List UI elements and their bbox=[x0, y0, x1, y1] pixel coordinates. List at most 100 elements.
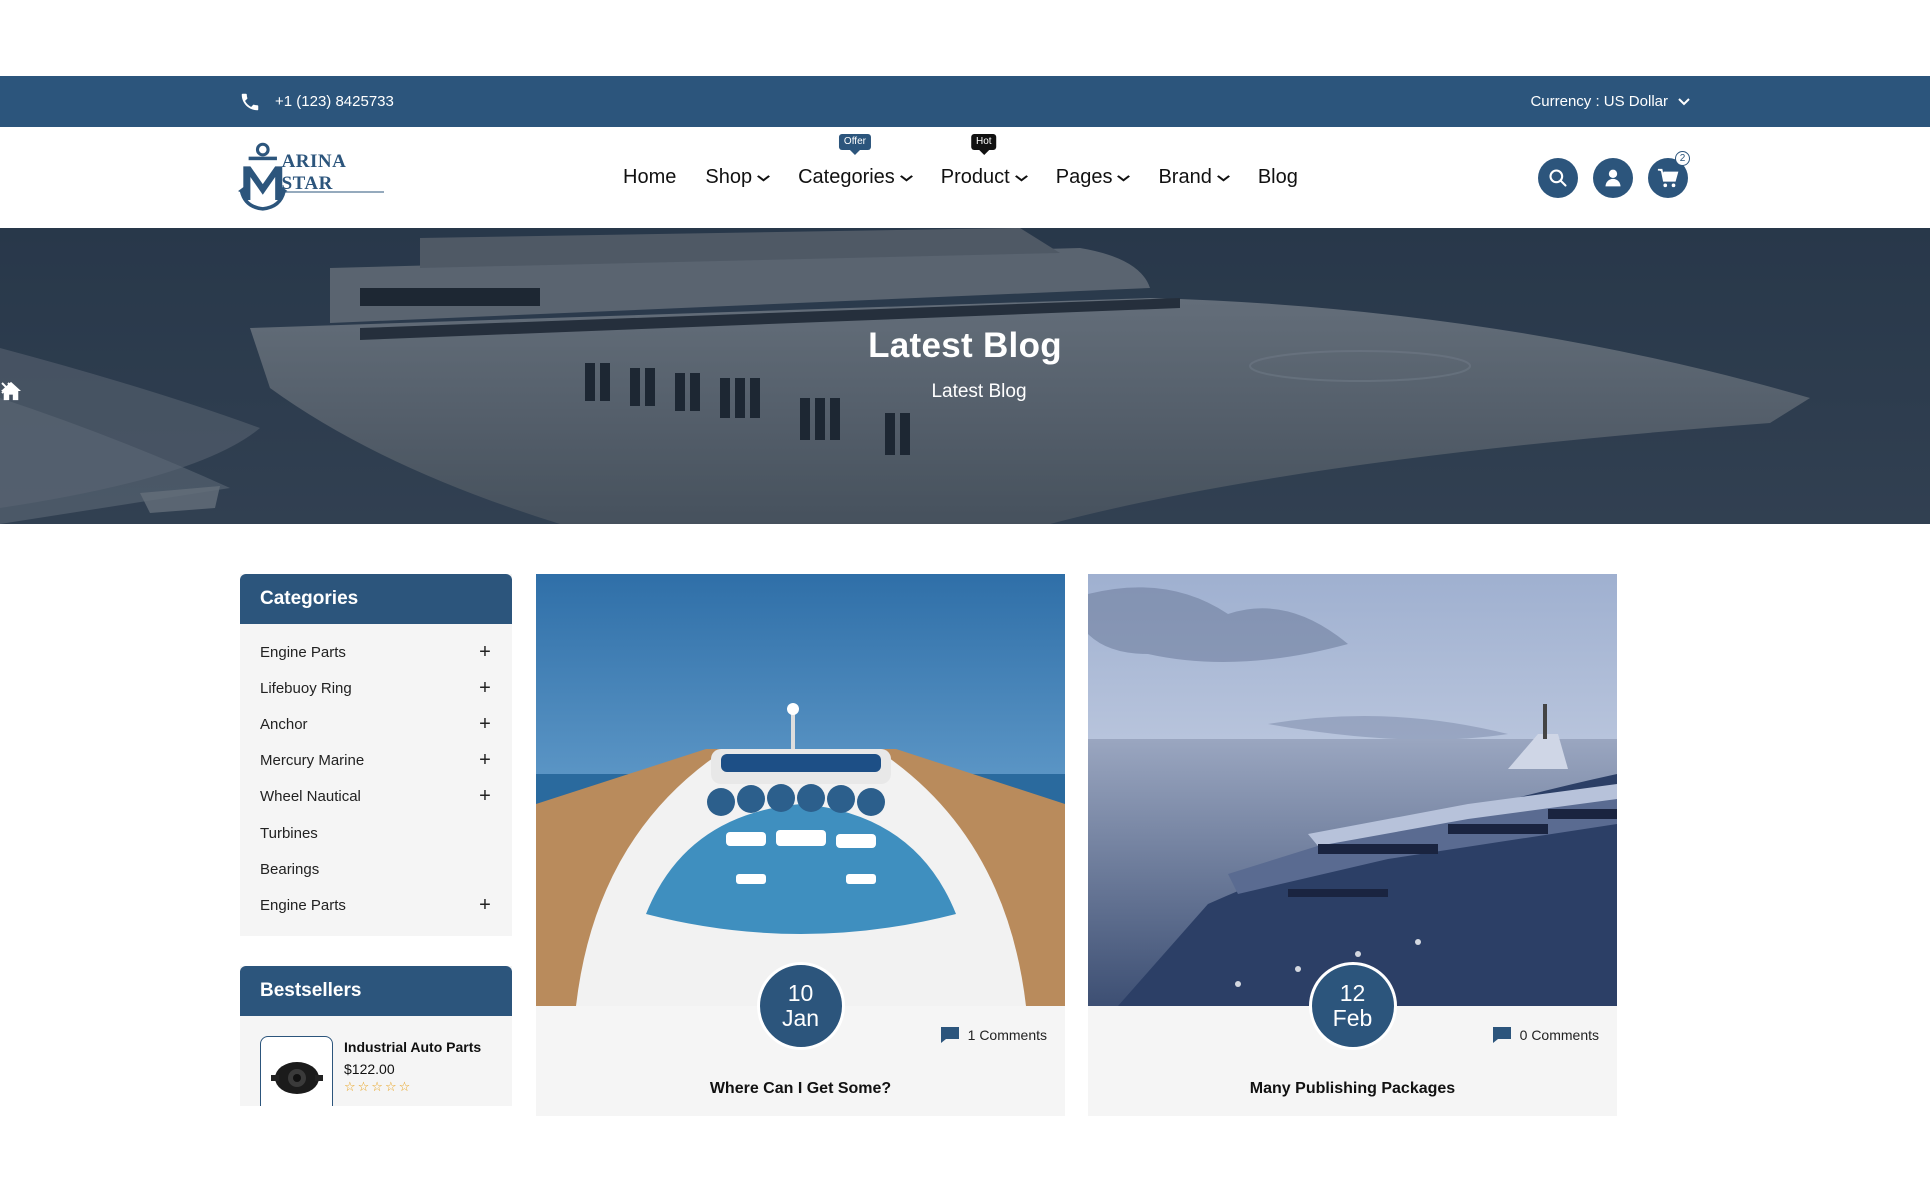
cart-icon bbox=[1657, 168, 1679, 188]
category-label: Lifebuoy Ring bbox=[260, 679, 352, 697]
top-bar: +1 (123) 8425733 Currency : US Dollar bbox=[0, 76, 1930, 127]
nav-categories[interactable]: Offer Categories bbox=[798, 134, 913, 189]
date-month: Feb bbox=[1332, 1005, 1373, 1031]
plus-icon[interactable]: + bbox=[478, 713, 492, 736]
category-label: Bearings bbox=[260, 860, 320, 878]
nav-label: Home bbox=[623, 166, 677, 188]
plus-icon[interactable]: + bbox=[478, 677, 492, 700]
category-label: Engine Parts bbox=[260, 643, 346, 661]
date-month: Jan bbox=[781, 1005, 820, 1031]
plus-icon[interactable]: + bbox=[478, 641, 492, 664]
breadcrumb: Latest Blog bbox=[0, 381, 1930, 403]
nav-label: Categories bbox=[798, 166, 895, 188]
page-bottom-spacer bbox=[0, 1116, 1930, 1200]
blog-card[interactable]: 10 Jan 1 Comments Where Can I Get Some? bbox=[536, 574, 1065, 1116]
cart-button[interactable]: 2 bbox=[1648, 151, 1690, 198]
category-item[interactable]: Wheel Nautical + bbox=[240, 779, 512, 815]
category-item[interactable]: Bearings bbox=[240, 851, 512, 887]
hero-banner: Latest Blog Latest Blog bbox=[0, 228, 1930, 524]
category-label: Mercury Marine bbox=[260, 752, 365, 770]
date-day: 12 bbox=[1339, 980, 1366, 1006]
blog-card[interactable]: 12 Feb 0 Comments Many Publishing Packag… bbox=[1088, 574, 1617, 1116]
blog-image[interactable] bbox=[1088, 574, 1617, 1006]
category-label: Engine Parts bbox=[260, 896, 346, 914]
chevron-down-icon bbox=[1117, 173, 1131, 185]
hot-badge: Hot bbox=[970, 134, 997, 150]
nav-label: Blog bbox=[1257, 166, 1298, 188]
plus-icon[interactable]: + bbox=[478, 894, 492, 917]
breadcrumb-current: Latest Blog bbox=[931, 381, 1027, 402]
plus-icon[interactable]: + bbox=[478, 749, 492, 772]
category-label: Anchor bbox=[260, 715, 308, 733]
nav-home[interactable]: Home bbox=[623, 166, 676, 189]
nav-pages[interactable]: Pages bbox=[1056, 166, 1131, 189]
chevron-down-icon bbox=[1216, 173, 1230, 185]
comment-count[interactable]: 0 Comments bbox=[1492, 1026, 1599, 1044]
star-rating-icon: ☆☆☆☆☆ bbox=[344, 1078, 413, 1094]
nav-product[interactable]: Hot Product bbox=[940, 134, 1028, 189]
blog-image[interactable] bbox=[536, 574, 1065, 1006]
chevron-down-icon bbox=[1014, 173, 1028, 185]
phone-number: +1 (123) 8425733 bbox=[275, 93, 394, 110]
blog-title[interactable]: Many Publishing Packages bbox=[1088, 1080, 1617, 1098]
bestsellers-heading: Bestsellers bbox=[240, 965, 512, 1016]
nav-brand[interactable]: Brand bbox=[1158, 166, 1230, 189]
yacht-banner-image bbox=[0, 228, 1930, 524]
chevron-down-icon bbox=[756, 173, 771, 185]
cart-count-badge: 2 bbox=[1675, 151, 1690, 166]
site-logo[interactable]: ARINA STAR bbox=[238, 137, 388, 217]
categories-heading: Categories bbox=[240, 574, 512, 624]
category-label: Wheel Nautical bbox=[260, 788, 361, 806]
comment-count[interactable]: 1 Comments bbox=[940, 1026, 1047, 1044]
date-badge: 10 Jan bbox=[756, 962, 845, 1050]
chevron-down-icon bbox=[899, 173, 913, 185]
yacht-deck-image bbox=[536, 574, 1065, 1006]
category-item[interactable]: Turbines bbox=[240, 815, 512, 851]
comment-label: 1 Comments bbox=[967, 1027, 1047, 1043]
bestsellers-widget: Bestsellers Industrial Auto Parts $122.0… bbox=[240, 965, 512, 1106]
phone-icon bbox=[239, 91, 261, 113]
plus-icon[interactable]: + bbox=[478, 785, 492, 808]
anchor-logo-icon bbox=[238, 142, 288, 211]
currency-label: Currency : US Dollar bbox=[1530, 93, 1668, 110]
currency-selector[interactable]: Currency : US Dollar bbox=[1530, 76, 1690, 127]
header-actions: 2 bbox=[1538, 151, 1690, 198]
category-item[interactable]: Engine Parts + bbox=[240, 887, 512, 923]
main-header: ARINA STAR Home Shop Offer Categories Ho… bbox=[0, 127, 1930, 228]
comment-label: 0 Comments bbox=[1519, 1027, 1599, 1043]
user-icon bbox=[1605, 169, 1621, 187]
category-item[interactable]: Engine Parts + bbox=[240, 634, 512, 670]
bestseller-item[interactable]: Industrial Auto Parts $122.00 ☆☆☆☆☆ bbox=[240, 1016, 512, 1106]
date-day: 10 bbox=[787, 980, 814, 1006]
offer-badge: Offer bbox=[838, 134, 871, 150]
category-label: Turbines bbox=[260, 824, 318, 842]
product-price: $122.00 bbox=[344, 1060, 395, 1077]
search-button[interactable] bbox=[1538, 158, 1578, 198]
product-name[interactable]: Industrial Auto Parts bbox=[344, 1039, 481, 1055]
comment-icon bbox=[1492, 1027, 1511, 1043]
blog-title[interactable]: Where Can I Get Some? bbox=[536, 1080, 1065, 1098]
product-info: Industrial Auto Parts $122.00 ☆☆☆☆☆ bbox=[344, 1036, 481, 1106]
nav-shop[interactable]: Shop bbox=[705, 166, 771, 189]
category-item[interactable]: Anchor + bbox=[240, 706, 512, 742]
sidebar: Categories Engine Parts + Lifebuoy Ring … bbox=[240, 574, 512, 1106]
logo-underline bbox=[284, 191, 384, 193]
page-title: Latest Blog bbox=[868, 326, 1062, 365]
search-icon bbox=[1549, 169, 1567, 187]
nav-label: Shop bbox=[705, 166, 753, 188]
category-list: Engine Parts + Lifebuoy Ring + Anchor + … bbox=[240, 624, 512, 936]
phone-contact[interactable]: +1 (123) 8425733 bbox=[239, 76, 394, 127]
superyacht-image bbox=[1088, 574, 1617, 1006]
logo-text: ARINA STAR bbox=[281, 151, 346, 194]
engine-part-image bbox=[270, 1061, 323, 1094]
category-item[interactable]: Mercury Marine + bbox=[240, 743, 512, 779]
chevron-down-icon bbox=[1678, 97, 1690, 106]
nav-label: Product bbox=[940, 166, 1010, 188]
categories-widget: Categories Engine Parts + Lifebuoy Ring … bbox=[240, 574, 512, 936]
category-item[interactable]: Lifebuoy Ring + bbox=[240, 670, 512, 706]
nav-label: Brand bbox=[1158, 166, 1212, 188]
nav-blog[interactable]: Blog bbox=[1258, 166, 1298, 189]
comment-icon bbox=[940, 1027, 959, 1043]
product-thumbnail[interactable] bbox=[260, 1035, 333, 1106]
account-button[interactable] bbox=[1593, 158, 1633, 198]
